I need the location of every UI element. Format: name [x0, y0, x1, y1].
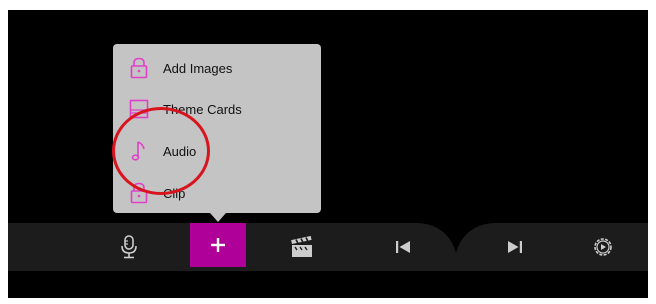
- app-screen: Add Images Theme Cards Audio Clip: [8, 10, 648, 298]
- menu-item-label: Add Images: [163, 60, 233, 76]
- next-button[interactable]: [500, 223, 530, 271]
- menu-item-label: Audio: [163, 143, 197, 159]
- microphone-button[interactable]: [114, 223, 144, 271]
- clapperboard-icon: [291, 236, 312, 257]
- menu-item-clip[interactable]: Clip: [113, 178, 321, 208]
- card-stack-icon: [127, 97, 151, 121]
- menu-item-theme-cards[interactable]: Theme Cards: [113, 94, 321, 124]
- clapperboard-button[interactable]: [284, 223, 320, 271]
- plus-icon: [211, 238, 225, 252]
- lock-icon: [127, 56, 151, 80]
- music-note-icon: [127, 139, 151, 163]
- previous-button[interactable]: [388, 223, 418, 271]
- microphone-icon: [121, 235, 137, 259]
- menu-pointer: [210, 213, 226, 222]
- gear-icon: [594, 238, 612, 256]
- menu-item-label: Clip: [163, 185, 186, 201]
- settings-button[interactable]: [588, 223, 618, 271]
- menu-item-audio[interactable]: Audio: [113, 136, 321, 166]
- bottom-toolbar: [8, 223, 648, 271]
- toolbar-notch: [418, 223, 494, 253]
- skip-back-icon: [396, 241, 410, 253]
- menu-item-label: Theme Cards: [163, 101, 242, 117]
- add-media-menu: Add Images Theme Cards Audio Clip: [113, 44, 321, 213]
- lock-icon: [127, 181, 151, 205]
- skip-forward-icon: [508, 241, 522, 253]
- menu-item-add-images[interactable]: Add Images: [113, 53, 321, 83]
- add-button[interactable]: [190, 223, 246, 267]
